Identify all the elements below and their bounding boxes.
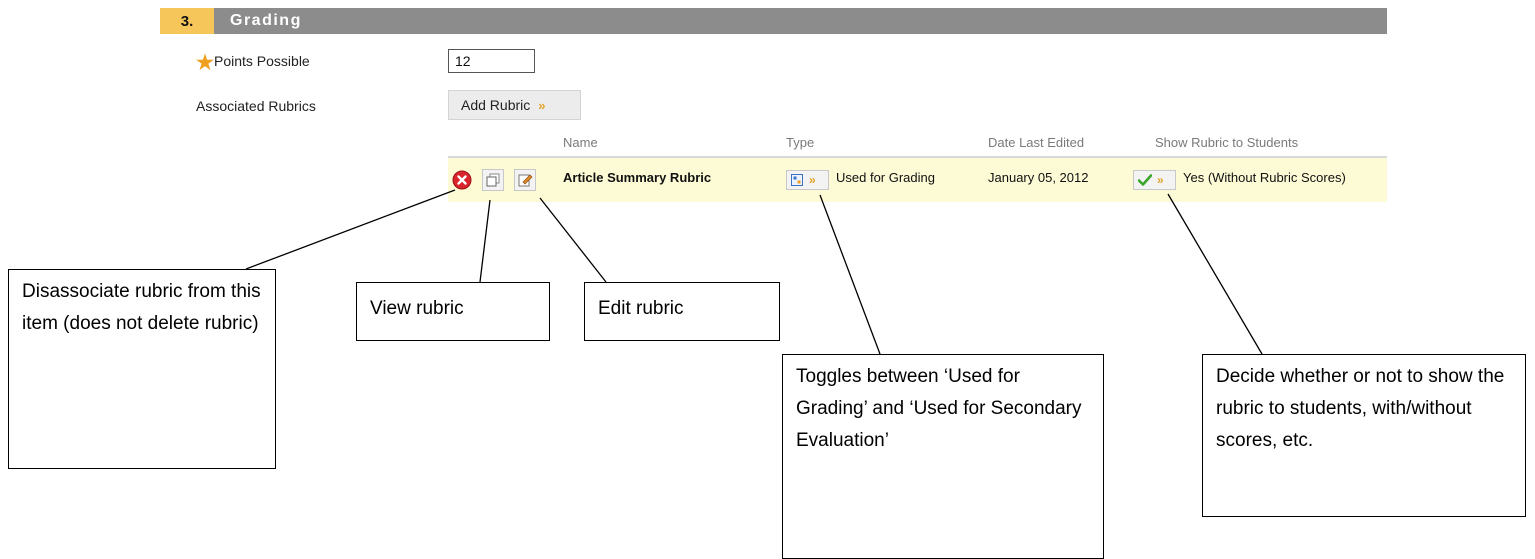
callout-disassociate: Disassociate rubric from this item (does… [8,269,276,469]
callout-view-rubric: View rubric [356,282,550,341]
callout-edit-rubric: Edit rubric [584,282,780,341]
callout-toggle-type: Toggles between ‘Used for Grading’ and ‘… [782,354,1104,559]
callout-show-to-students: Decide whether or not to show the rubric… [1202,354,1526,517]
